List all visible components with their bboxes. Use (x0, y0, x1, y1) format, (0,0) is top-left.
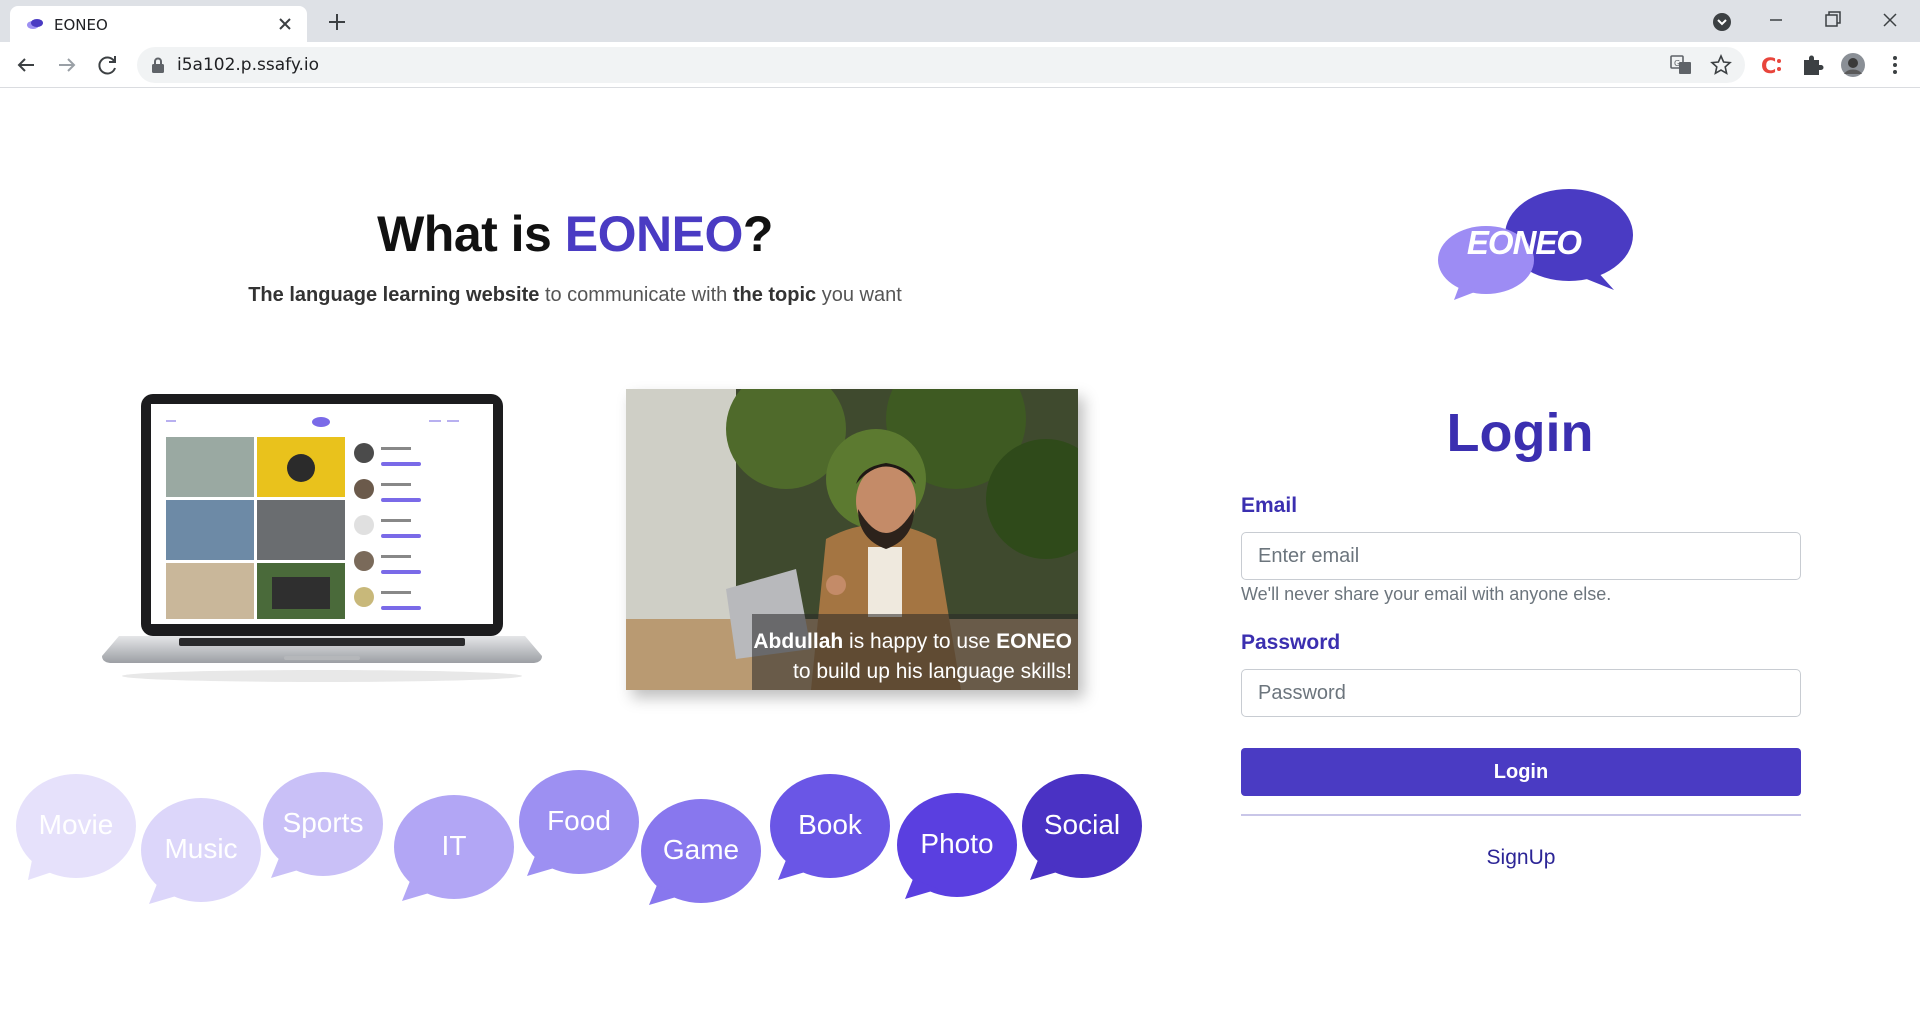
topic-label: IT (441, 830, 467, 861)
caption-middle: is happy to use (843, 630, 997, 653)
svg-text:C: C (1761, 54, 1776, 78)
profile-avatar-icon[interactable] (1840, 52, 1866, 78)
hero-title-brand: EONEO (564, 206, 744, 262)
topic-label: Sports (282, 807, 364, 838)
topic-label: Social (1043, 809, 1121, 840)
reload-icon[interactable] (94, 51, 122, 79)
logo-text: EONEO (1467, 224, 1583, 261)
password-field[interactable] (1241, 669, 1801, 717)
extension-c-icon[interactable]: C (1758, 52, 1784, 78)
translate-icon[interactable]: G (1670, 54, 1692, 76)
topic-bubble-music: Music (139, 796, 263, 926)
hero-title: What is EONEO? (0, 205, 1150, 263)
hero-subtitle-text-1: to communicate with (539, 284, 733, 306)
password-label: Password (1241, 631, 1341, 654)
login-button[interactable]: Login (1241, 748, 1801, 796)
forward-arrow-icon[interactable] (53, 51, 81, 79)
email-hint: We'll never share your email with anyone… (1241, 584, 1612, 604)
address-bar[interactable]: i5a102.p.ssafy.io G (137, 47, 1745, 83)
new-tab-plus-icon[interactable] (325, 10, 349, 34)
divider (1241, 814, 1801, 816)
hero-title-prefix: What is (377, 206, 565, 262)
caption-name: Abdullah (753, 630, 844, 653)
close-window-icon[interactable] (1874, 6, 1906, 34)
topic-bubble-it: IT (392, 793, 516, 923)
hero-subtitle: The language learning website to communi… (0, 284, 1150, 307)
more-menu-icon[interactable] (1882, 52, 1908, 78)
topic-label: Photo (920, 828, 994, 859)
hero-subtitle-strong-1: The language learning website (248, 284, 540, 306)
close-tab-icon[interactable] (275, 14, 295, 34)
topic-label: Food (547, 805, 611, 836)
login-title: Login (1446, 403, 1594, 463)
browser-toolbar: i5a102.p.ssafy.io G C (0, 42, 1920, 88)
email-label: Email (1241, 494, 1298, 517)
user-photo-image: Abdullah is happy to use EONEO to build … (626, 389, 1078, 690)
hero-subtitle-text-2: you want (816, 284, 902, 306)
caption-brand: EONEO (996, 630, 1072, 653)
hero-title-suffix: ? (742, 206, 774, 262)
extensions-puzzle-icon[interactable] (1799, 52, 1825, 78)
topic-bubble-food: Food (517, 768, 641, 898)
topic-bubble-social: Social (1020, 772, 1144, 902)
signup-link[interactable]: SignUp (1241, 846, 1801, 870)
logo-bubbles-icon: EONEO (1438, 189, 1633, 300)
browser-tab[interactable]: EONEO (10, 6, 307, 42)
topic-label: Movie (38, 809, 114, 840)
laptop-screenshot-image (102, 394, 542, 682)
eoneo-logo: EONEO (1436, 188, 1636, 300)
bookmark-star-icon[interactable] (1710, 54, 1732, 76)
topic-label: Music (164, 833, 238, 864)
svg-text:G: G (1674, 59, 1680, 68)
topic-bubble-sports: Sports (261, 770, 385, 900)
back-arrow-icon[interactable] (12, 51, 40, 79)
topic-label: Book (798, 809, 862, 840)
tab-search-icon[interactable] (1706, 6, 1738, 34)
url-text: i5a102.p.ssafy.io (177, 55, 319, 75)
browser-tabstrip: EONEO (0, 0, 1920, 42)
topic-bubble-game: Game (639, 797, 763, 927)
topic-bubble-book: Book (768, 772, 892, 902)
photo-caption-line-1: Abdullah is happy to use EONEO (753, 630, 1072, 654)
tab-title: EONEO (54, 16, 108, 34)
topic-label: Game (662, 834, 740, 865)
topic-bubble-movie: Movie (14, 772, 138, 902)
email-field[interactable] (1241, 532, 1801, 580)
hero-subtitle-strong-2: the topic (732, 284, 817, 306)
eoneo-favicon-icon (27, 19, 43, 29)
minimize-window-icon[interactable] (1760, 6, 1792, 34)
restore-window-icon[interactable] (1816, 6, 1848, 34)
lock-icon (152, 57, 164, 73)
photo-caption-line-2: to build up his language skills! (792, 660, 1072, 683)
topic-bubble-photo: Photo (895, 791, 1019, 921)
